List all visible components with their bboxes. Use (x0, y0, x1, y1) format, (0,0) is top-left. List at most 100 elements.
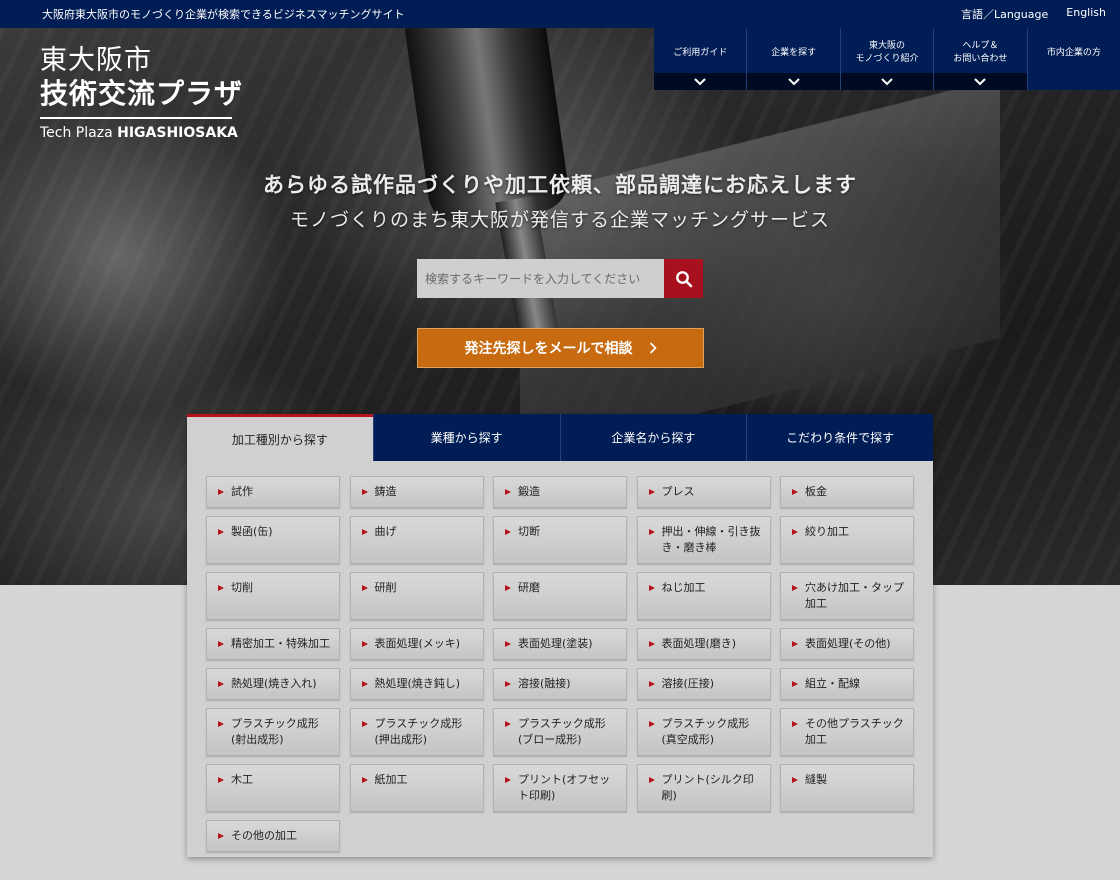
category-grid: 試作 鋳造 鍛造 プレス 板金製函(缶) 曲げ 切断 押出・伸線・引き抜 き・磨き棒 絞り加工切削… (206, 476, 915, 852)
category-label: 切断 (518, 525, 540, 538)
nav-label-line: 企業を探す (771, 47, 817, 58)
category-item[interactable]: プラスチック成形 (ブロー成形) (493, 708, 627, 756)
triangle-right-icon (648, 721, 655, 727)
category-item[interactable]: 溶接(圧接) (636, 668, 771, 700)
category-item[interactable]: 木工 (206, 764, 340, 812)
nav-item-label: 企業を探す (747, 38, 839, 68)
category-item[interactable]: 製函(缶) (206, 516, 340, 564)
chevron-right-icon (649, 342, 657, 354)
search-input[interactable] (417, 259, 664, 298)
tab-3[interactable]: こだわり条件で探す (746, 414, 933, 461)
category-item[interactable]: 熱処理(焼き入れ) (206, 668, 340, 700)
category-item[interactable]: 試作 (206, 476, 340, 508)
category-item[interactable]: プリント(シルク印 刷) (636, 764, 771, 812)
category-label: 絞り加工 (805, 525, 849, 538)
triangle-right-icon (218, 641, 224, 647)
category-item[interactable]: 研削 (349, 572, 484, 620)
english-link[interactable]: English (1066, 6, 1106, 22)
category-item[interactable]: 切断 (493, 516, 627, 564)
category-label: 切削 (231, 581, 253, 594)
category-item[interactable]: 紙加工 (349, 764, 484, 812)
category-label: 表面処理(磨き) (661, 637, 737, 650)
category-item[interactable]: その他プラスチック 加工 (780, 708, 914, 756)
nav-item[interactable]: ご利用ガイド (654, 28, 747, 90)
category-item[interactable]: 縫製 (780, 764, 914, 812)
category-label: 研磨 (518, 581, 540, 594)
main-nav: ご利用ガイド 企業を探す 東大阪の モノづくり紹介 ヘルプ＆ お問い合わせ 市内企業の方 (654, 28, 1120, 90)
category-item[interactable]: プリント(オフセッ ト印刷) (493, 764, 627, 812)
category-item[interactable]: 鍛造 (493, 476, 627, 508)
category-item[interactable]: 切削 (206, 572, 340, 620)
nav-item-label: 市内企業の方 (1028, 38, 1120, 68)
category-item[interactable]: 曲げ (349, 516, 484, 564)
category-label: プラスチック成形 (518, 717, 606, 730)
hero-subtitle: モノづくりのまち東大阪が発信する企業マッチングサービス (289, 209, 830, 231)
category-item[interactable]: 表面処理(その他) (780, 628, 914, 660)
tab-0[interactable]: 加工種別から探す (187, 414, 373, 461)
triangle-right-icon (505, 529, 511, 535)
triangle-right-icon (218, 721, 224, 727)
triangle-right-icon (792, 489, 798, 495)
logo-divider (40, 117, 232, 119)
email-consult-button[interactable]: 発注先探しをメールで相談 (417, 328, 704, 368)
category-label: (押出成形) (374, 733, 428, 746)
search-button[interactable] (664, 259, 703, 298)
category-item[interactable]: 鋳造 (349, 476, 484, 508)
category-label: 穴あけ加工・タップ (805, 581, 904, 594)
category-item[interactable]: 精密加工・特殊加工 (206, 628, 340, 660)
category-item[interactable]: 絞り加工 (780, 516, 914, 564)
category-label: ねじ加工 (661, 581, 706, 594)
logo-tech-plaza: Tech Plaza (40, 125, 118, 141)
triangle-right-icon (218, 489, 224, 495)
language-link[interactable]: 言語／Language (961, 6, 1048, 22)
category-item[interactable]: 熱処理(焼き鈍し) (349, 668, 484, 700)
nav-item[interactable]: 企業を探す (746, 28, 840, 90)
triangle-right-icon (361, 489, 368, 495)
category-item[interactable]: プラスチック成形 (押出成形) (349, 708, 484, 756)
category-item[interactable]: 研磨 (493, 572, 627, 620)
nav-item[interactable]: 市内企業の方 (1026, 28, 1120, 90)
triangle-right-icon (505, 641, 511, 647)
triangle-right-icon (792, 681, 798, 687)
category-label: ト印刷) (518, 789, 556, 802)
category-label: その他プラスチック (805, 717, 904, 730)
nav-item[interactable]: ヘルプ＆ お問い合わせ (933, 28, 1027, 90)
triangle-right-icon (361, 641, 368, 647)
category-item[interactable]: プラスチック成形 (真空成形) (636, 708, 771, 756)
category-label: 熱処理(焼き鈍し) (374, 677, 461, 690)
category-item[interactable]: 板金 (780, 476, 914, 508)
category-item[interactable]: プラスチック成形 (射出成形) (206, 708, 340, 756)
category-item[interactable]: 溶接(融接) (493, 668, 627, 700)
search-tabs: 加工種別から探す 業種から探す 企業名から探す こだわり条件で探す (187, 414, 933, 461)
category-item[interactable]: 表面処理(メッキ) (349, 628, 484, 660)
triangle-right-icon (361, 585, 368, 591)
category-item[interactable]: ねじ加工 (636, 572, 771, 620)
category-label: 加工 (805, 597, 827, 610)
category-item[interactable]: 表面処理(磨き) (636, 628, 771, 660)
tab-2[interactable]: 企業名から探す (559, 414, 747, 461)
search-panel: 加工種別から探す 業種から探す 企業名から探す こだわり条件で探す 試作 鋳造 鍛造 プレス… (187, 414, 933, 857)
logo-line-1: 東大阪市 (40, 45, 152, 76)
tab-1[interactable]: 業種から探す (372, 414, 560, 461)
category-label: 刷) (661, 789, 677, 802)
category-item[interactable]: 穴あけ加工・タップ 加工 (780, 572, 914, 620)
triangle-right-icon (505, 489, 511, 495)
triangle-right-icon (505, 681, 511, 687)
category-label: 表面処理(その他) (805, 637, 891, 650)
triangle-right-icon (792, 529, 798, 535)
category-label: プリント(シルク印 (661, 773, 754, 786)
category-item[interactable]: プレス (636, 476, 771, 508)
hero-title: あらゆる試作品づくりや加工依頼、部品調達にお応えします (263, 173, 857, 197)
category-item[interactable]: 押出・伸線・引き抜 き・磨き棒 (636, 516, 771, 564)
category-item[interactable]: 組立・配線 (780, 668, 914, 700)
site-logo[interactable]: 東大阪市 技術交流プラザ Tech Plaza HIGASHIOSAKA (40, 46, 243, 143)
triangle-right-icon (505, 721, 511, 727)
triangle-right-icon (361, 681, 368, 687)
nav-item-label: ヘルプ＆ お問い合わせ (934, 38, 1026, 68)
category-label: 研削 (374, 581, 397, 594)
logo-line-3: Tech Plaza HIGASHIOSAKA (40, 123, 243, 143)
category-item[interactable]: その他の加工 (206, 820, 340, 852)
nav-item[interactable]: 東大阪の モノづくり紹介 (839, 28, 934, 90)
top-bar: 大阪府東大阪市のモノづくり企業が検索できるビジネスマッチングサイト 言語／Lan… (0, 0, 1120, 28)
category-item[interactable]: 表面処理(塗装) (493, 628, 627, 660)
